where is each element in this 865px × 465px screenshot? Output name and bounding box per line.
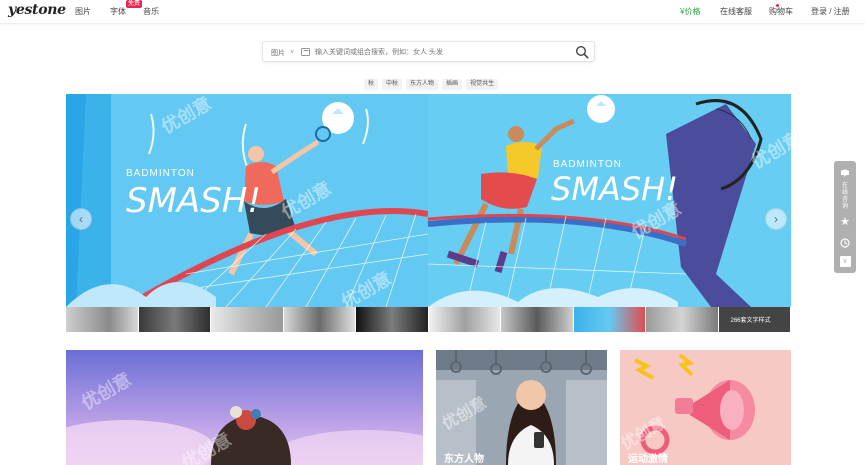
tag-item[interactable]: 中秋	[382, 79, 403, 90]
tag-item[interactable]: 视觉共生	[466, 79, 499, 90]
site-logo[interactable]: yestone	[8, 2, 66, 18]
hot-tags: 秋中秋 东方人物 插画 视觉共生	[364, 72, 502, 90]
image-search-icon[interactable]	[301, 48, 310, 56]
side-toolbar: 在线咨询 ★ ∨	[834, 161, 856, 273]
tag-item[interactable]: 东方人物	[406, 79, 439, 90]
thumbnail[interactable]	[428, 307, 501, 332]
clock-icon[interactable]	[834, 235, 856, 253]
thumbnail[interactable]	[356, 307, 429, 332]
free-badge: 免费	[126, 0, 143, 8]
card-title: 东方人物	[444, 454, 484, 465]
hero-banner[interactable]: BADMINTON SMASH! BADMINTON SMASH! 优创意 优创…	[66, 94, 791, 307]
banner-prev-arrow[interactable]: ‹	[70, 208, 92, 230]
banner-next-arrow[interactable]: ›	[765, 208, 787, 230]
nav-cart[interactable]: 购物车	[769, 6, 793, 17]
thumbnail[interactable]	[138, 307, 211, 332]
top-navbar: yestone 图片 字体 免费 音乐 ¥价格 在线客服 购物车 登录 / 注册	[0, 0, 865, 24]
thumbnail-label: 266套文字样式	[730, 318, 771, 324]
nav-price[interactable]: ¥价格	[680, 6, 700, 17]
online-consult-label: 在线咨询	[841, 183, 848, 210]
svg-text:SMASH!: SMASH!	[126, 181, 261, 221]
svg-text:SMASH!: SMASH!	[551, 170, 678, 208]
chat-icon	[841, 169, 849, 177]
chevron-down-icon[interactable]: ∨	[290, 48, 294, 55]
search-bar: 图片 ∨	[262, 41, 595, 62]
banner-illustration: BADMINTON SMASH! BADMINTON SMASH! 优创意 优创…	[66, 94, 791, 307]
thumbnail-active[interactable]	[573, 307, 646, 332]
thumbnail[interactable]	[501, 307, 574, 332]
nav-fonts[interactable]: 字体	[110, 6, 126, 17]
thumbnail[interactable]	[646, 307, 719, 332]
star-icon[interactable]: ★	[834, 215, 856, 228]
svg-text:BADMINTON: BADMINTON	[126, 168, 195, 179]
svg-text:BADMINTON: BADMINTON	[553, 159, 622, 170]
scroll-down-icon[interactable]: ∨	[834, 256, 856, 267]
card-image: 优创意 优创意	[66, 350, 423, 465]
nav-customer-service[interactable]: 在线客服	[720, 6, 752, 17]
nav-images[interactable]: 图片	[75, 6, 91, 17]
thumbnail[interactable]	[211, 307, 284, 332]
thumbnail[interactable]: 266套文字样式	[718, 307, 791, 332]
card-image: 优创意	[436, 350, 607, 465]
search-input[interactable]	[315, 45, 565, 59]
category-card[interactable]: 优创意 运动激情	[620, 350, 791, 465]
category-card[interactable]: 优创意 优创意	[66, 350, 423, 465]
thumbnail[interactable]	[283, 307, 356, 332]
card-image: 优创意	[620, 350, 791, 465]
tag-item[interactable]: 插画	[442, 79, 463, 90]
search-icon[interactable]	[575, 45, 589, 59]
tag-item[interactable]: 秋	[364, 79, 379, 90]
search-type-select[interactable]: 图片	[271, 48, 285, 58]
thumbnail[interactable]	[66, 307, 139, 332]
banner-thumbnails: 266套文字样式	[66, 307, 791, 332]
nav-login[interactable]: 登录 / 注册	[811, 6, 850, 17]
online-consult-button[interactable]: 在线咨询	[834, 165, 856, 211]
card-title: 运动激情	[628, 454, 668, 465]
category-card[interactable]: 优创意 东方人物	[436, 350, 607, 465]
nav-music[interactable]: 音乐	[143, 6, 159, 17]
